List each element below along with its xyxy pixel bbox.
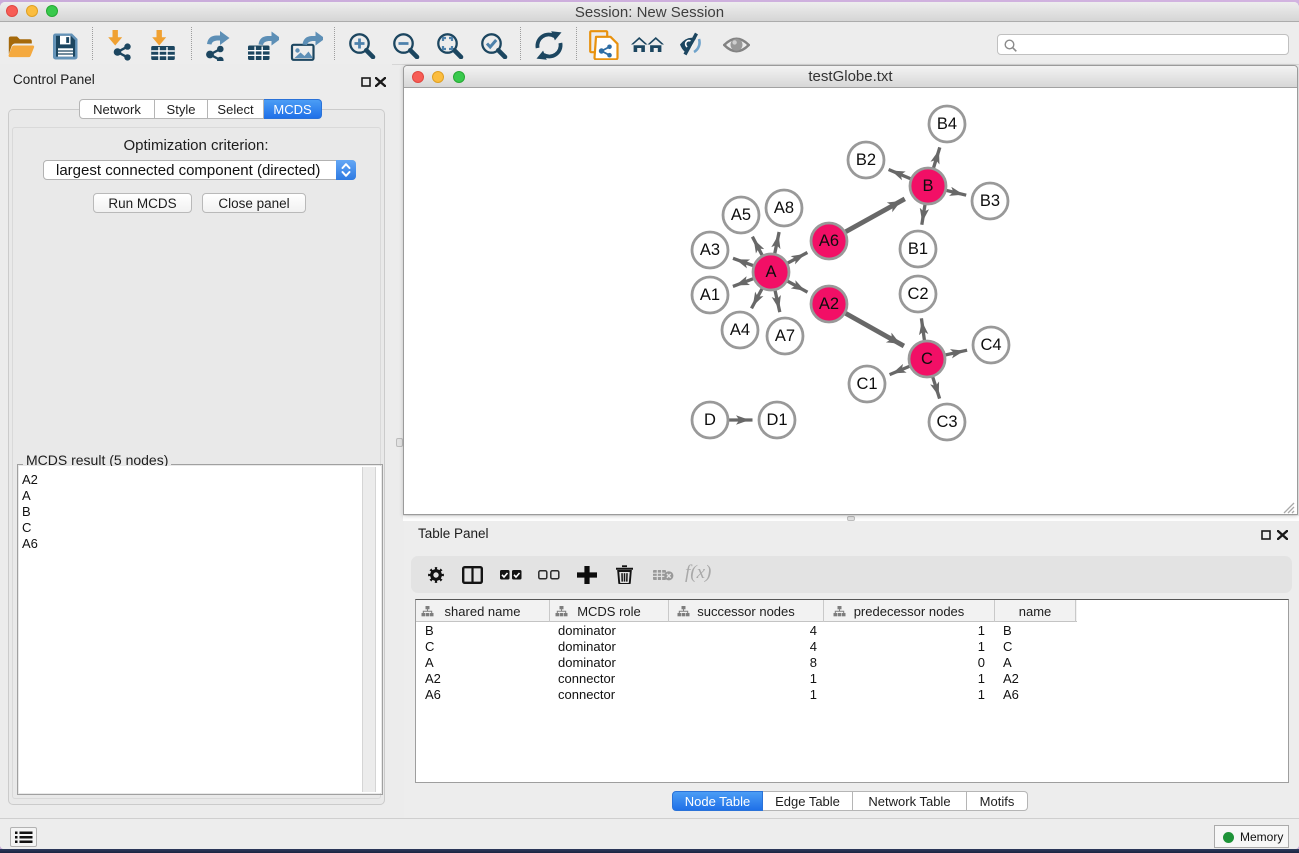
svg-text:C1: C1 bbox=[856, 375, 877, 393]
svg-text:B2: B2 bbox=[856, 151, 876, 169]
svg-text:A4: A4 bbox=[730, 321, 750, 339]
svg-text:A6: A6 bbox=[819, 232, 839, 250]
svg-text:A8: A8 bbox=[774, 199, 794, 217]
svg-text:C: C bbox=[921, 350, 933, 368]
svg-text:D1: D1 bbox=[766, 411, 787, 429]
svg-text:A: A bbox=[765, 263, 776, 281]
svg-text:A3: A3 bbox=[700, 241, 720, 259]
svg-text:C4: C4 bbox=[980, 336, 1001, 354]
svg-text:B: B bbox=[922, 177, 933, 195]
svg-text:C2: C2 bbox=[907, 285, 928, 303]
svg-text:A1: A1 bbox=[700, 286, 720, 304]
svg-text:B1: B1 bbox=[908, 240, 928, 258]
svg-text:B4: B4 bbox=[937, 115, 957, 133]
svg-text:A5: A5 bbox=[731, 206, 751, 224]
svg-text:C3: C3 bbox=[936, 413, 957, 431]
svg-text:A2: A2 bbox=[819, 295, 839, 313]
svg-text:B3: B3 bbox=[980, 192, 1000, 210]
svg-text:D: D bbox=[704, 411, 716, 429]
svg-text:A7: A7 bbox=[775, 327, 795, 345]
